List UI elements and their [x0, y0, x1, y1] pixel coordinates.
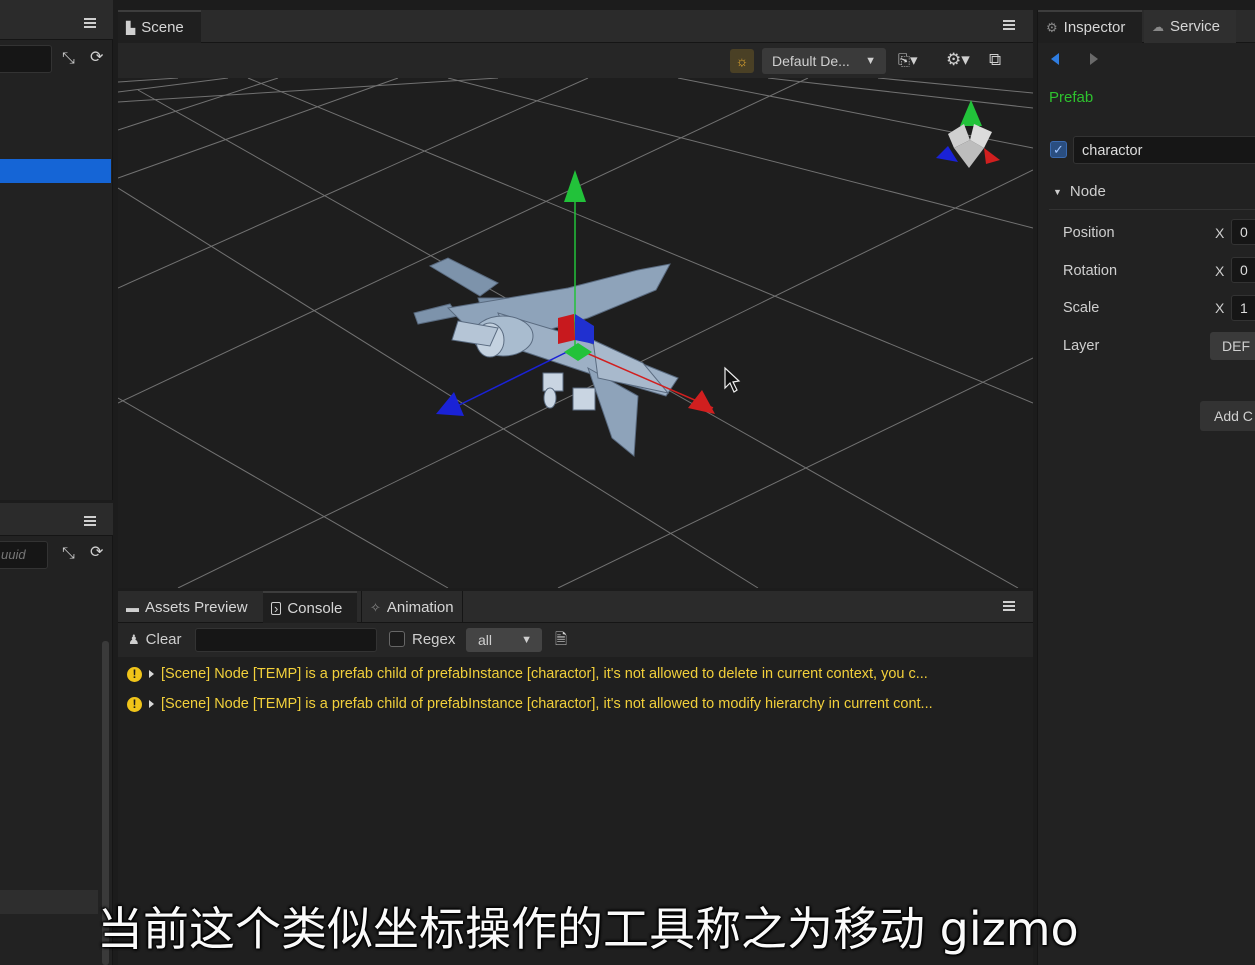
back-arrow-icon[interactable]: [1051, 53, 1059, 65]
chevron-down-icon: ▼: [865, 55, 876, 67]
scale-x-input[interactable]: 1: [1231, 295, 1255, 321]
rotation-x-label: X: [1215, 263, 1225, 279]
scale-x-label: X: [1215, 300, 1225, 316]
hierarchy-selected-row[interactable]: [0, 159, 111, 183]
tab-service-label: Service: [1170, 18, 1221, 35]
assets-search-input[interactable]: uuid: [0, 541, 48, 569]
position-label: Position: [1063, 225, 1115, 241]
camera-dropdown-value: Default De...: [772, 53, 850, 69]
folder-icon: ▬: [126, 599, 139, 615]
clear-button[interactable]: ♟ Clear: [128, 631, 182, 648]
position-x-label: X: [1215, 225, 1225, 241]
tab-inspector[interactable]: ⚙ Inspector: [1038, 10, 1142, 43]
position-x-input[interactable]: 0: [1231, 219, 1255, 245]
layer-value: DEF: [1222, 338, 1250, 354]
add-component-button[interactable]: Add C: [1200, 401, 1255, 431]
tab-scene-label: Scene: [141, 19, 184, 36]
tab-inspector-label: Inspector: [1063, 19, 1126, 36]
animation-icon: ✧: [370, 599, 381, 615]
gear-icon: ⚙: [1046, 20, 1058, 35]
hierarchy-search-input[interactable]: [0, 45, 52, 73]
log-level-value: all: [478, 632, 493, 648]
chevron-down-icon: ▼: [521, 634, 532, 646]
node-enabled-checkbox[interactable]: ✓: [1050, 141, 1067, 158]
expand-arrow-icon[interactable]: [149, 700, 154, 708]
console-message[interactable]: ! [Scene] Node [TEMP] is a prefab child …: [120, 689, 1032, 719]
expand-arrow-icon[interactable]: [149, 670, 154, 678]
tab-service[interactable]: ☁ Service: [1144, 10, 1236, 43]
scene-icon: ▙: [126, 20, 136, 35]
console-message-text: [Scene] Node [TEMP] is a prefab child of…: [161, 696, 933, 712]
refresh-icon[interactable]: ⟳: [90, 50, 103, 66]
scene-menu-icon[interactable]: [1003, 20, 1015, 30]
caret-down-icon: ▼: [1053, 186, 1062, 197]
scene-toolbar: ☼ Default De... ▼ ⎘▾ ⚙▾ ⧉: [118, 43, 1033, 78]
console-filter-input[interactable]: [195, 628, 377, 652]
tab-animation[interactable]: ✧ Animation: [361, 591, 463, 623]
refresh-icon[interactable]: ⟳: [90, 545, 103, 561]
regex-label: Regex: [412, 631, 456, 648]
assets-search-placeholder: uuid: [1, 547, 26, 562]
layer-label: Layer: [1063, 338, 1100, 354]
inspector-tab-bar: ⚙ Inspector ☁ Service: [1038, 10, 1255, 43]
tab-assets-preview-label: Assets Preview: [145, 598, 248, 616]
collapse-icon[interactable]: ⤡: [62, 51, 75, 67]
bottom-tab-bar: ▬ Assets Preview › Console ✧ Animation: [118, 591, 1033, 623]
tab-animation-label: Animation: [386, 598, 454, 616]
scene-tab-bar: ▙ Scene: [118, 10, 1033, 43]
tab-assets-preview[interactable]: ▬ Assets Preview: [118, 591, 256, 623]
assets-menu-icon[interactable]: [84, 516, 96, 526]
rotation-label: Rotation: [1063, 263, 1118, 279]
prefab-label: Prefab: [1049, 89, 1094, 106]
camera-icon[interactable]: ⎘▾: [898, 53, 918, 68]
log-level-select[interactable]: all ▼: [466, 628, 542, 652]
forward-arrow-icon[interactable]: [1090, 53, 1098, 65]
scale-label: Scale: [1063, 300, 1100, 316]
regex-checkbox[interactable]: [389, 631, 405, 647]
document-icon[interactable]: 🗎: [555, 632, 567, 647]
hierarchy-header: [0, 0, 113, 40]
warning-icon: !: [127, 666, 142, 682]
collapse-icon[interactable]: ⤡: [62, 546, 75, 562]
console-message-text: [Scene] Node [TEMP] is a prefab child of…: [161, 666, 928, 682]
hierarchy-panel: ⤡ ⟳: [0, 0, 113, 500]
console-menu-icon[interactable]: [1003, 601, 1015, 611]
tab-console-label: Console: [287, 599, 343, 617]
hierarchy-menu-icon[interactable]: [84, 18, 96, 28]
section-divider: [1049, 209, 1255, 210]
scene-viewport[interactable]: [118, 78, 1033, 588]
gear-icon[interactable]: ⚙▾: [946, 51, 970, 68]
light-toggle-button[interactable]: ☼: [730, 49, 754, 73]
console-message[interactable]: ! [Scene] Node [TEMP] is a prefab child …: [120, 659, 1032, 689]
clear-label: Clear: [145, 631, 182, 648]
tab-scene[interactable]: ▙ Scene: [118, 10, 201, 43]
tab-console[interactable]: › Console: [263, 591, 357, 623]
warning-icon: !: [127, 696, 142, 712]
node-section-header[interactable]: ▼ Node: [1053, 183, 1106, 200]
broom-icon: ♟: [128, 631, 140, 647]
assets-header: [0, 503, 113, 536]
node-name-input[interactable]: charactor: [1073, 136, 1255, 164]
cloud-icon: ☁: [1152, 19, 1164, 34]
video-subtitle: 当前这个类似坐标操作的工具称之为移动 gizmo: [97, 902, 1079, 956]
camera-dropdown[interactable]: Default De... ▼: [762, 48, 886, 74]
scale-x-value: 1: [1240, 300, 1248, 316]
layer-select[interactable]: DEF: [1210, 332, 1255, 360]
rotation-x-input[interactable]: 0: [1231, 257, 1255, 283]
view-mode-icon[interactable]: ⧉: [989, 51, 1001, 68]
terminal-icon: ›: [271, 601, 282, 615]
add-component-label: Add C: [1214, 408, 1253, 424]
rotation-x-value: 0: [1240, 262, 1248, 278]
node-name-value: charactor: [1082, 143, 1143, 159]
console-toolbar: ♟ Clear Regex all ▼ 🗎: [118, 623, 1033, 657]
node-section-label: Node: [1069, 183, 1106, 200]
position-x-value: 0: [1240, 224, 1248, 240]
assets-footer-row: [0, 890, 98, 914]
scene-panel: ▙ Scene ☼ Default De... ▼ ⎘▾ ⚙▾ ⧉: [118, 10, 1033, 588]
